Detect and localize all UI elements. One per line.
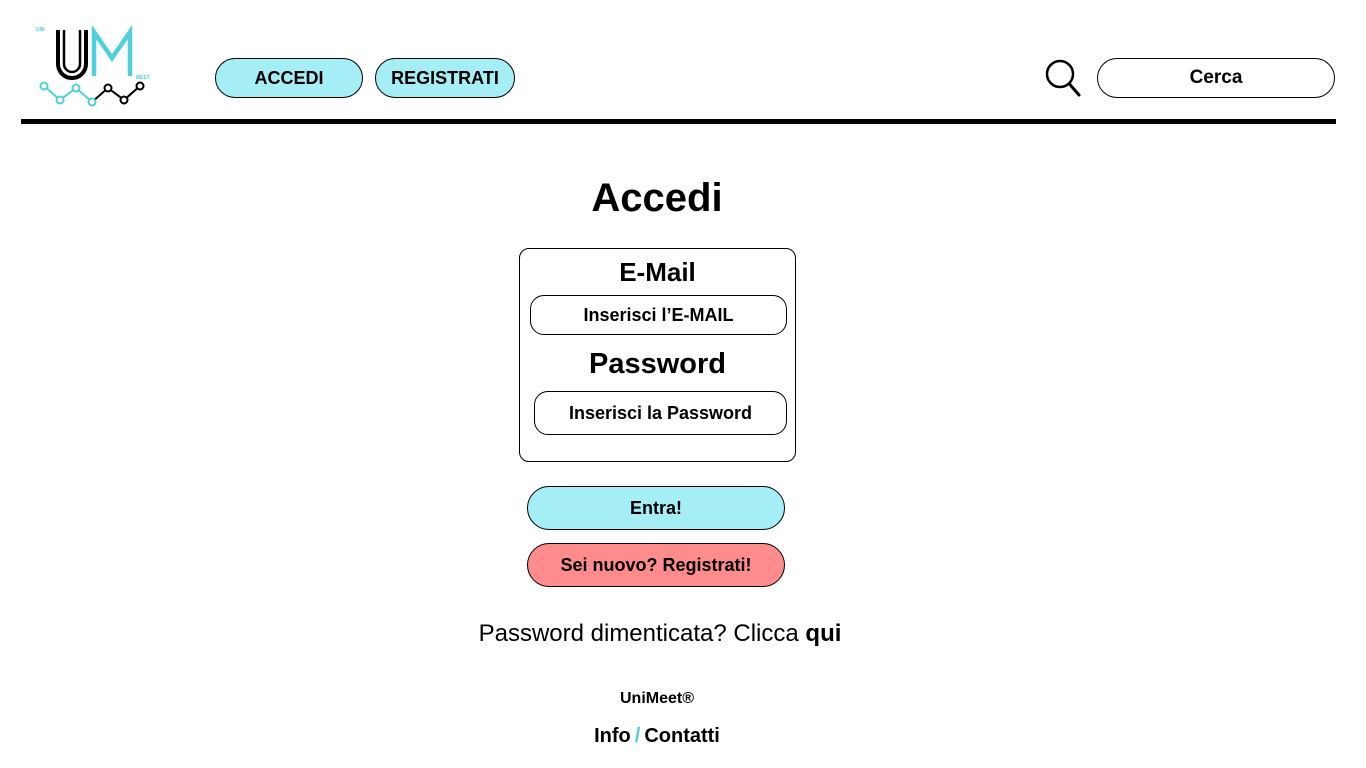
email-label: E-Mail (619, 257, 696, 287)
password-field[interactable] (534, 391, 787, 435)
submit-button[interactable]: Entra! (527, 486, 785, 530)
email-field[interactable] (530, 295, 787, 335)
forgot-password: Password dimenticata? Clicca qui (0, 620, 1320, 648)
info-link[interactable]: Info (594, 725, 631, 747)
unimeet-logo[interactable]: UNI MEET (34, 24, 174, 108)
login-form: E-Mail Password (519, 248, 796, 462)
logo-small-text: UNI (36, 27, 45, 33)
forgot-password-link[interactable]: qui (805, 620, 841, 647)
logo-tag-text: MEET (136, 75, 150, 81)
footer-links: Info / Contatti (0, 725, 1314, 748)
register-button[interactable]: Sei nuovo? Registrati! (527, 543, 785, 587)
contatti-link[interactable]: Contatti (644, 725, 720, 747)
header-divider (21, 119, 1336, 124)
footer-separator: / (634, 725, 641, 747)
search-input[interactable] (1097, 58, 1335, 98)
search-icon[interactable] (1044, 58, 1082, 98)
registrati-button[interactable]: REGISTRATI (375, 58, 515, 98)
footer-brand: UniMeet® (619, 690, 694, 707)
page-title: Accedi (591, 176, 723, 220)
logo-icon: UNI MEET (36, 24, 150, 107)
password-label: Password (589, 348, 726, 380)
accedi-button[interactable]: ACCEDI (215, 58, 363, 98)
forgot-password-text: Password dimenticata? Clicca (478, 620, 806, 647)
